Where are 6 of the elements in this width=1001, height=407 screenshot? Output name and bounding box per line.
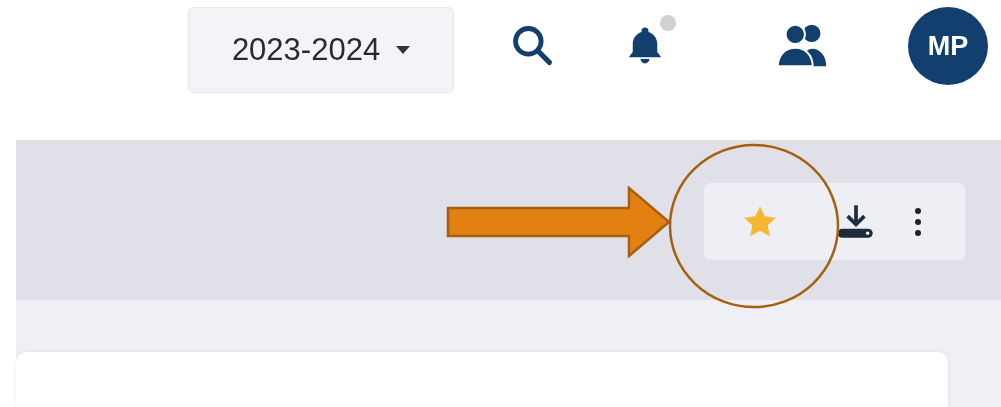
more-button[interactable]	[914, 206, 922, 237]
caret-icon	[396, 46, 411, 54]
user-avatar[interactable]: MP	[908, 7, 988, 85]
kebab-icon	[914, 206, 922, 237]
search-icon	[510, 23, 554, 67]
year-dropdown[interactable]: 2023-2024	[188, 7, 454, 93]
